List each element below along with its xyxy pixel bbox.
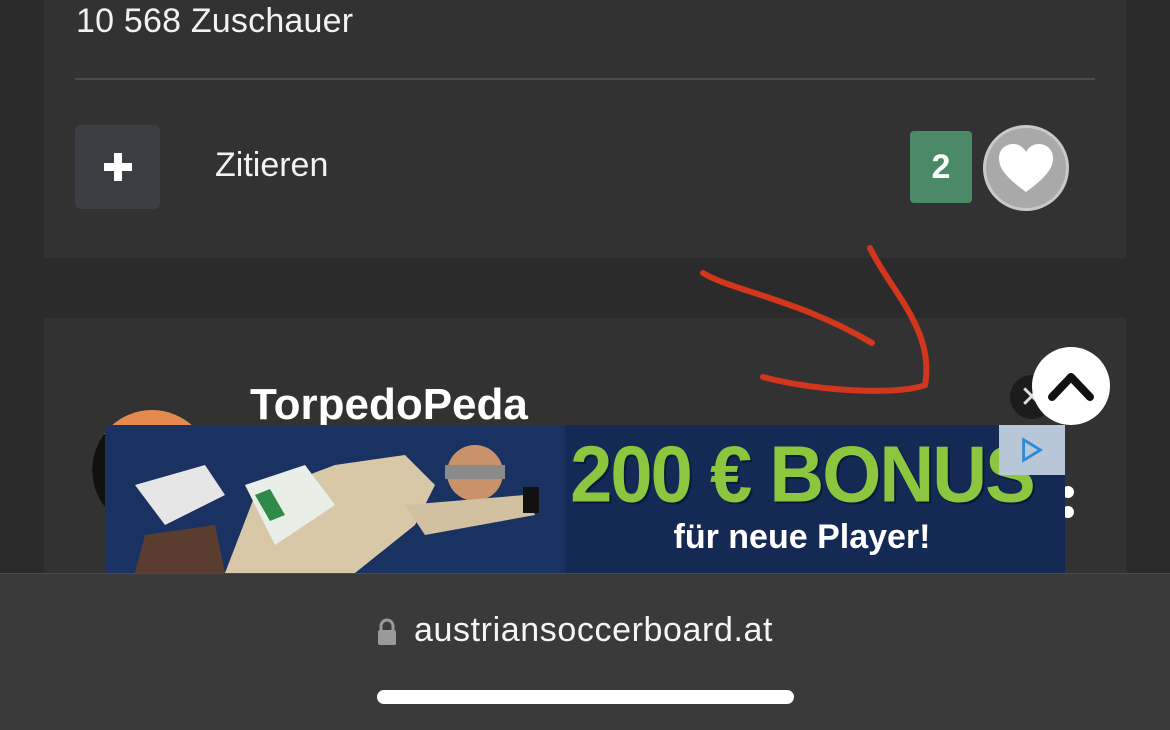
- plus-icon: [103, 153, 132, 181]
- heart-icon: [999, 144, 1053, 192]
- ad-subline: für neue Player!: [673, 518, 931, 556]
- url-text[interactable]: austriansoccerboard.at: [414, 611, 773, 650]
- scroll-to-top-button[interactable]: [1032, 347, 1110, 425]
- adchoices-icon[interactable]: [999, 425, 1065, 475]
- lock-icon: [378, 618, 396, 645]
- like-button[interactable]: [983, 125, 1069, 211]
- ad-player-image: [105, 425, 565, 573]
- like-count-badge: 2: [910, 131, 972, 203]
- ad-banner[interactable]: 200 € BONUS für neue Player!: [105, 425, 1065, 573]
- post-username[interactable]: TorpedoPeda: [250, 380, 528, 430]
- chevron-up-icon: [1048, 373, 1094, 401]
- ad-headline: 200 € BONUS: [570, 429, 1036, 520]
- multi-quote-button[interactable]: [75, 125, 160, 209]
- viewer-count: 10 568 Zuschauer: [76, 2, 354, 40]
- divider: [75, 78, 1095, 80]
- home-indicator[interactable]: [377, 690, 794, 704]
- browser-address-bar[interactable]: [0, 573, 1170, 730]
- quote-button[interactable]: Zitieren: [215, 146, 328, 185]
